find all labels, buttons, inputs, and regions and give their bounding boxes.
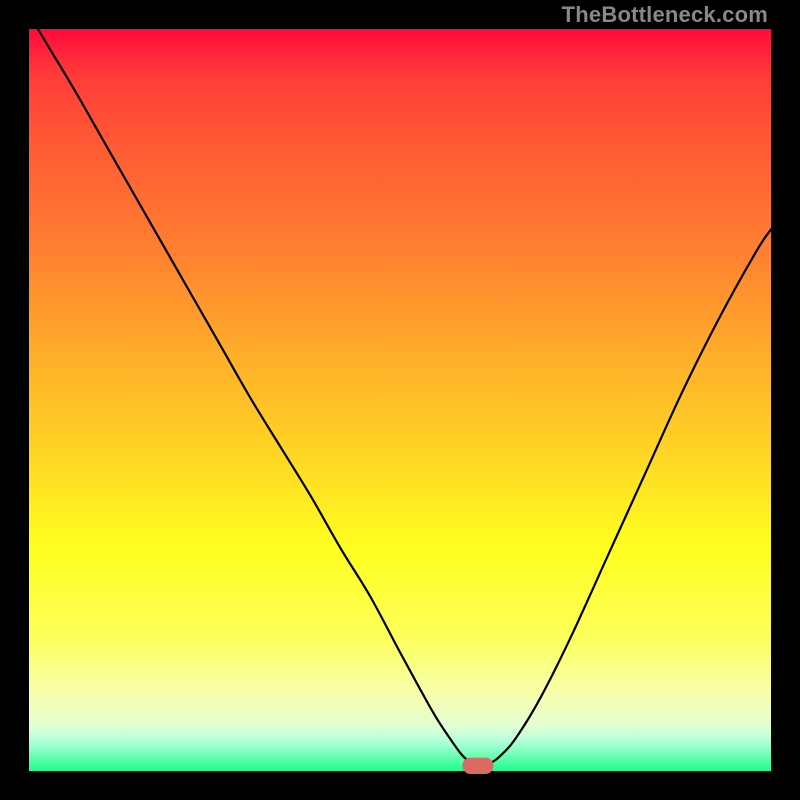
chart-container: TheBottleneck.com bbox=[0, 0, 800, 800]
chart-svg bbox=[29, 29, 771, 771]
optimum-marker bbox=[462, 758, 493, 774]
bottleneck-curve bbox=[29, 14, 771, 765]
attribution-text: TheBottleneck.com bbox=[562, 2, 768, 28]
